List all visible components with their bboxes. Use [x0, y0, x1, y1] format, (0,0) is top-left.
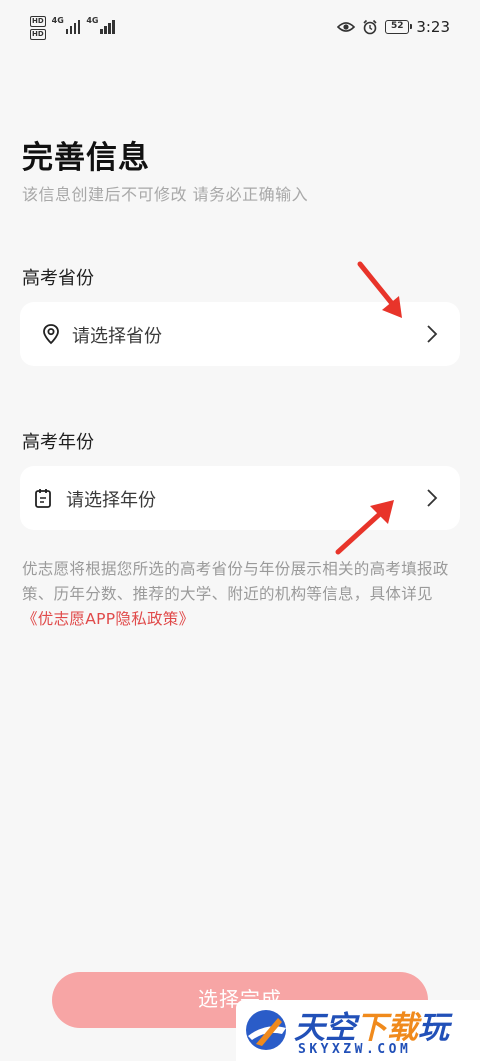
watermark-title-end: 玩	[418, 1010, 449, 1046]
status-right: 52 3:23	[337, 18, 450, 36]
annotation-arrow-icon	[335, 500, 394, 555]
battery-icon: 52	[385, 20, 413, 34]
signal-bars-icon	[65, 18, 81, 34]
cell-signal-2: 4G	[86, 16, 115, 34]
calendar-icon	[35, 489, 51, 508]
alarm-icon	[363, 19, 377, 35]
signal-bars-icon	[100, 18, 115, 34]
watermark-url: SKYXZW.COM	[298, 1042, 412, 1057]
hd-badge: HD	[30, 29, 46, 40]
privacy-notice: 优志愿将根据您所选的高考省份与年份展示相关的高考填报政策、历年分数、推荐的大学、…	[22, 557, 462, 632]
notice-text: 优志愿将根据您所选的高考省份与年份展示相关的高考填报政策、历年分数、推荐的大学、…	[22, 560, 449, 603]
province-placeholder: 请选择省份	[72, 326, 162, 347]
privacy-policy-link[interactable]: 《优志愿APP隐私政策》	[22, 610, 194, 628]
page-title: 完善信息	[22, 140, 150, 176]
watermark-title: 天空	[294, 1010, 356, 1046]
watermark-title-accent: 下载	[356, 1010, 418, 1046]
eye-icon	[337, 22, 356, 32]
watermark-logo-icon	[246, 1010, 286, 1050]
cell-signal-1: 4G	[52, 16, 81, 34]
watermark: 天空下载玩 SKYXZW.COM	[236, 1000, 480, 1061]
year-label: 高考年份	[22, 432, 94, 453]
location-pin-icon	[43, 324, 59, 345]
signal-group: HD HD 4G 4G	[30, 16, 115, 40]
hd-badge: HD	[30, 16, 46, 27]
province-label: 高考省份	[22, 268, 94, 289]
year-placeholder: 请选择年份	[66, 490, 156, 511]
page-subtitle: 该信息创建后不可修改 请务必正确输入	[22, 185, 309, 204]
status-time: 3:23	[416, 18, 450, 36]
chevron-right-icon	[427, 325, 438, 343]
annotation-arrow-icon	[357, 261, 402, 318]
chevron-right-icon	[427, 489, 438, 507]
status-bar: HD HD 4G 4G 52 3:23	[0, 0, 480, 58]
